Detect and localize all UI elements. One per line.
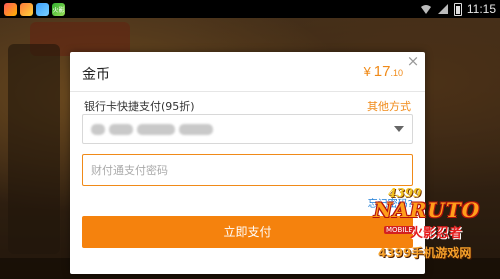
dialog-header: 金币 ¥ 17 .10 <box>70 52 425 92</box>
status-right-group: 11:15 <box>420 2 496 16</box>
cell-signal-icon <box>437 4 448 14</box>
payment-method-label: 银行卡快捷支付(95折) <box>84 100 195 113</box>
battery-icon <box>453 2 462 16</box>
notification-app-icon <box>36 2 49 16</box>
notification-app-label: 火影 <box>52 6 65 14</box>
notification-app-icon <box>20 2 33 16</box>
masked-card-number <box>91 124 241 135</box>
bank-card-select[interactable] <box>82 114 413 144</box>
notification-app-icon: 火影 <box>52 2 65 16</box>
product-name: 金币 <box>82 67 110 83</box>
close-icon[interactable]: × <box>404 52 422 70</box>
android-status-bar: 火影 11:15 <box>0 0 500 18</box>
amount-integer: 17 <box>373 63 391 80</box>
payment-password-input[interactable] <box>82 154 413 186</box>
currency-symbol: ¥ <box>363 64 371 79</box>
pay-now-button[interactable]: 立即支付 <box>82 216 413 248</box>
logo-naruto-text: NARUTO <box>374 198 481 222</box>
logo-cn-title: 火影忍者 <box>410 226 463 241</box>
other-payment-methods-link[interactable]: 其他方式 <box>367 98 411 114</box>
wifi-icon <box>420 5 431 14</box>
logo-subtitle: 4399手机游戏网 <box>378 246 472 260</box>
payment-amount: ¥ 17 .10 <box>364 63 403 80</box>
amount-decimal: .10 <box>390 68 403 78</box>
notification-app-icon <box>4 2 17 16</box>
status-time: 11:15 <box>466 2 496 16</box>
dropdown-caret-icon <box>394 126 404 132</box>
naruto-4399-watermark-logo: 4399 NARUTO MOBILE 火影忍者 4399手机游戏网 <box>370 186 498 274</box>
